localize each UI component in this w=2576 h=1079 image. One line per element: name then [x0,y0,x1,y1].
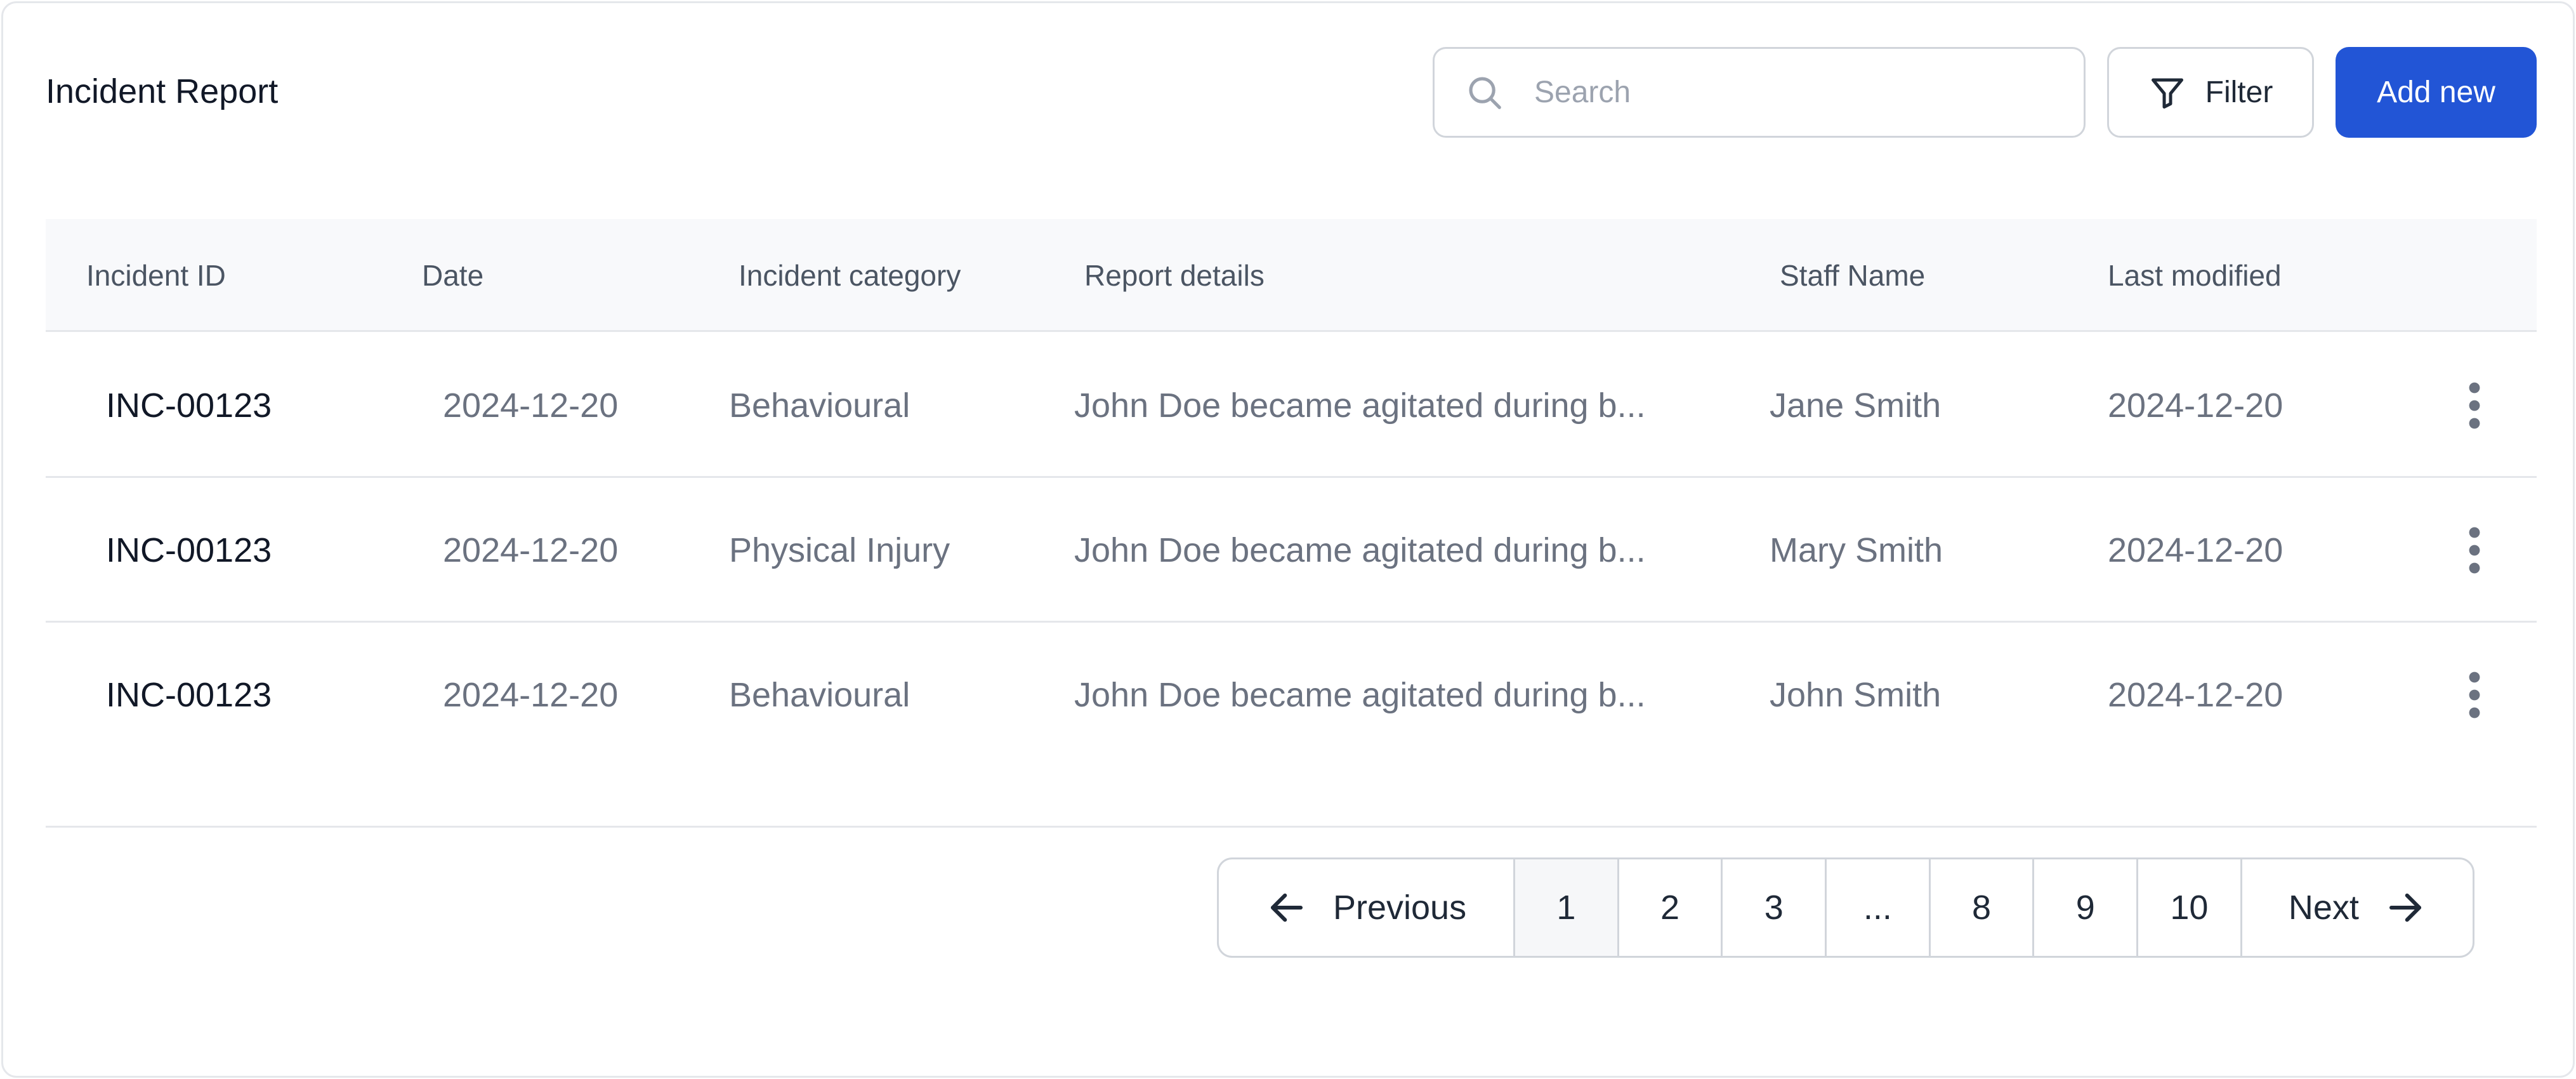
table-row[interactable]: INC-00123 2024-12-20 Behavioural John Do… [46,333,2537,478]
incident-id-cell: INC-00123 [106,387,272,425]
report-details-cell: John Doe became agitated during b... [1074,387,1646,425]
search-icon [1469,76,1501,109]
previous-page-button[interactable]: Previous [1219,859,1516,956]
last-modified-cell: 2024-12-20 [2108,387,2284,425]
page-button-2[interactable]: 2 [1619,859,1723,956]
column-header-date[interactable]: Date [422,219,483,332]
previous-label: Previous [1332,889,1467,927]
page-button-10[interactable]: 10 [2138,859,2242,956]
page-button-9[interactable]: 9 [2034,859,2139,956]
table-row[interactable]: INC-00123 2024-12-20 Behavioural John Do… [46,623,2537,767]
filter-icon [2151,78,2183,109]
category-cell: Behavioural [729,676,910,714]
column-header-incident-category[interactable]: Incident category [739,219,961,332]
page-button-8[interactable]: 8 [1931,859,2035,956]
more-vertical-icon[interactable] [2462,670,2487,720]
date-cell: 2024-12-20 [443,676,619,714]
column-header-report-details[interactable]: Report details [1084,219,1265,332]
arrow-left-icon [1270,893,1303,922]
more-vertical-icon[interactable] [2462,380,2487,431]
search-input[interactable] [1534,75,2042,110]
page-ellipsis: ... [1827,859,1931,956]
pagination: Previous 1 2 3 ... 8 9 10 Next [1217,857,2474,958]
page-button-3[interactable]: 3 [1723,859,1827,956]
incident-id-cell: INC-00123 [106,676,272,714]
last-modified-cell: 2024-12-20 [2108,531,2284,569]
staff-name-cell: Mary Smith [1770,531,1943,569]
next-label: Next [2288,889,2359,927]
report-details-cell: John Doe became agitated during b... [1074,531,1646,569]
more-vertical-icon[interactable] [2462,525,2487,576]
table-footer-divider [46,826,2537,828]
staff-name-cell: John Smith [1770,676,1942,714]
arrow-right-icon [2389,893,2421,922]
column-header-incident-id[interactable]: Incident ID [86,219,226,332]
report-details-cell: John Doe became agitated during b... [1074,676,1646,714]
column-header-last-modified[interactable]: Last modified [2108,219,2282,332]
incident-id-cell: INC-00123 [106,531,272,569]
table-header: Incident ID Date Incident category Repor… [46,219,2537,332]
page-title: Incident Report [46,72,279,110]
column-header-staff-name[interactable]: Staff Name [1780,219,1925,332]
category-cell: Physical Injury [729,531,950,569]
date-cell: 2024-12-20 [443,531,619,569]
filter-button[interactable]: Filter [2107,47,2314,138]
search-box[interactable] [1433,47,2086,138]
table-row[interactable]: INC-00123 2024-12-20 Physical Injury Joh… [46,478,2537,623]
next-page-button[interactable]: Next [2242,859,2473,956]
filter-button-label: Filter [2205,76,2273,109]
incident-report-card: Incident Report Filter Add new Incident … [1,1,2575,1078]
last-modified-cell: 2024-12-20 [2108,676,2284,714]
page-button-1[interactable]: 1 [1515,859,1619,956]
add-new-button[interactable]: Add new [2336,47,2537,138]
staff-name-cell: Jane Smith [1770,387,1942,425]
date-cell: 2024-12-20 [443,387,619,425]
category-cell: Behavioural [729,387,910,425]
